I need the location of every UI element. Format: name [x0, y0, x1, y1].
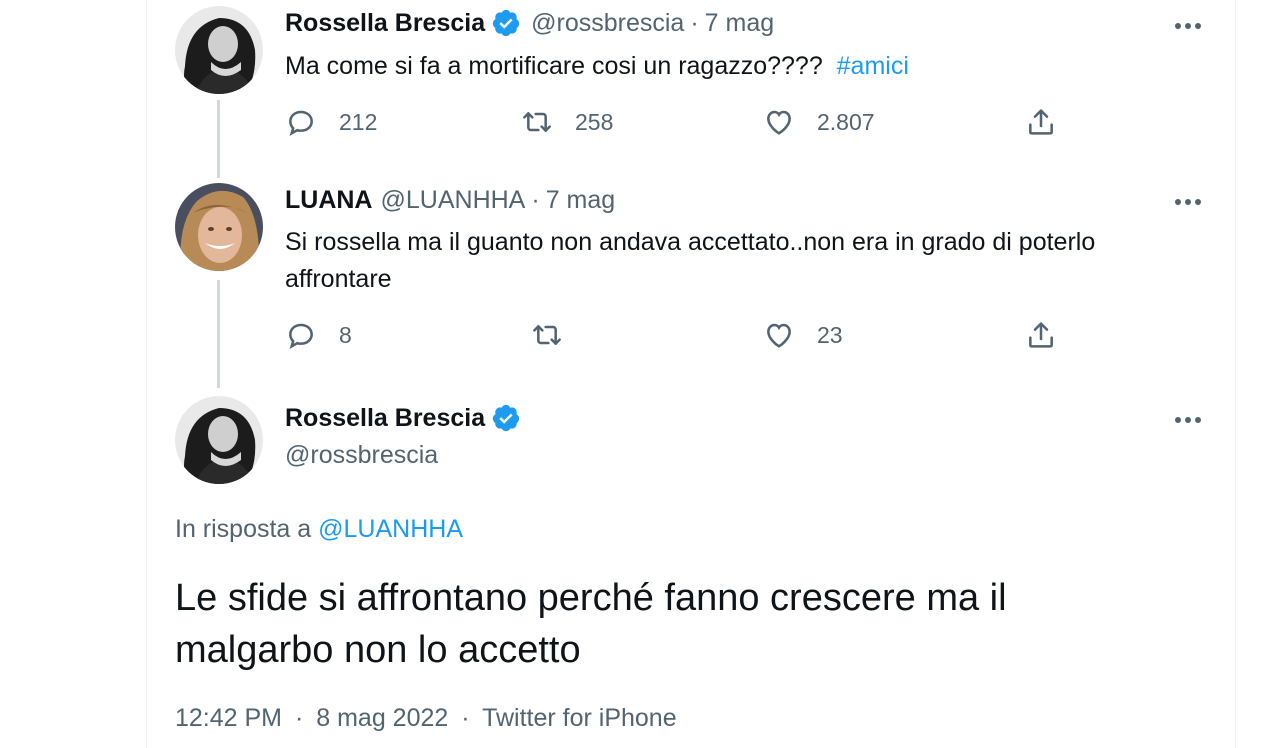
tweet-text-line: malgarbo non lo accetto: [175, 629, 581, 671]
separator: ·: [461, 704, 470, 732]
reply-context: In risposta a @LUANHHA: [175, 515, 463, 544]
thread-connector: [217, 280, 220, 388]
like-count: 2.807: [817, 108, 875, 135]
tweet-metadata: 12:42 PM · 8 mag 2022 · Twitter for iPho…: [175, 704, 677, 733]
verified-badge-icon: [492, 404, 520, 432]
tweet-date[interactable]: 7 mag: [546, 186, 615, 215]
thread-connector: [217, 100, 220, 178]
tweet-header: Rossella Brescia @rossbrescia · 7 mag: [285, 8, 774, 38]
handle[interactable]: @LUANHHA: [381, 186, 526, 215]
like-icon: [767, 110, 791, 135]
tweet-date[interactable]: 7 mag: [705, 9, 774, 38]
tweet-actions: 8 23: [285, 319, 1065, 359]
tweet-text-line: Le sfide si affrontano perché fanno cres…: [175, 577, 1007, 619]
reply-button[interactable]: 212: [285, 106, 377, 138]
like-icon: [767, 323, 791, 348]
retweet-count: 258: [575, 108, 614, 135]
display-name[interactable]: Rossella Brescia: [285, 9, 485, 38]
tweet-text: Le sfide si affrontano perché fanno cres…: [175, 572, 1175, 676]
reply-button[interactable]: 8: [285, 319, 352, 351]
page-background: [0, 0, 146, 741]
like-count: 23: [817, 321, 843, 348]
share-icon: [1029, 322, 1053, 348]
handle-row: @rossbrescia: [285, 441, 438, 470]
avatar[interactable]: [175, 6, 263, 94]
handle[interactable]: @rossbrescia: [285, 441, 438, 470]
tweet-text-line: Si rossella ma il guanto non andava acce…: [285, 228, 1096, 256]
avatar[interactable]: [175, 396, 263, 484]
reply-icon: [289, 323, 313, 349]
more-icon[interactable]: [1170, 194, 1206, 210]
tweet-full-date[interactable]: 8 mag 2022: [316, 704, 448, 732]
retweet-icon: [533, 325, 561, 345]
separator: ·: [531, 186, 540, 214]
reply-count: 8: [339, 321, 352, 348]
avatar[interactable]: [175, 183, 263, 271]
hashtag-link[interactable]: #amici: [837, 52, 909, 80]
tweet-actions: 212 258 2.807: [285, 106, 1065, 146]
tweet-text-body: Ma come si fa a mortificare cosi un raga…: [285, 52, 823, 80]
retweet-button[interactable]: 258: [521, 106, 613, 138]
handle[interactable]: @rossbrescia: [531, 9, 684, 38]
tweet-text: Ma come si fa a mortificare cosi un raga…: [285, 48, 1185, 85]
tweet-header: LUANA @LUANHHA · 7 mag: [285, 186, 615, 215]
share-button[interactable]: [1025, 319, 1057, 351]
tweet-time[interactable]: 12:42 PM: [175, 704, 282, 732]
separator: ·: [690, 8, 699, 37]
reply-icon: [289, 110, 313, 136]
display-name[interactable]: LUANA: [285, 186, 373, 215]
more-icon[interactable]: [1170, 18, 1206, 34]
mention-link[interactable]: @LUANHHA: [318, 515, 463, 543]
share-button[interactable]: [1025, 106, 1057, 138]
tweet-text-line: affrontare: [285, 265, 392, 293]
reply-count: 212: [339, 108, 378, 135]
retweet-icon: [523, 112, 551, 132]
reply-context-prefix: In risposta a: [175, 515, 312, 543]
tweet-text: Si rossella ma il guanto non andava acce…: [285, 224, 1185, 298]
separator: ·: [294, 704, 304, 732]
tweet-source[interactable]: Twitter for iPhone: [482, 704, 677, 732]
verified-badge-icon: [492, 9, 520, 37]
share-icon: [1029, 109, 1053, 135]
retweet-button[interactable]: [531, 319, 585, 351]
display-name[interactable]: Rossella Brescia: [285, 404, 485, 433]
like-button[interactable]: 23: [763, 319, 843, 351]
tweet-header: Rossella Brescia: [285, 403, 521, 433]
like-button[interactable]: 2.807: [763, 106, 875, 138]
more-icon[interactable]: [1170, 412, 1206, 428]
